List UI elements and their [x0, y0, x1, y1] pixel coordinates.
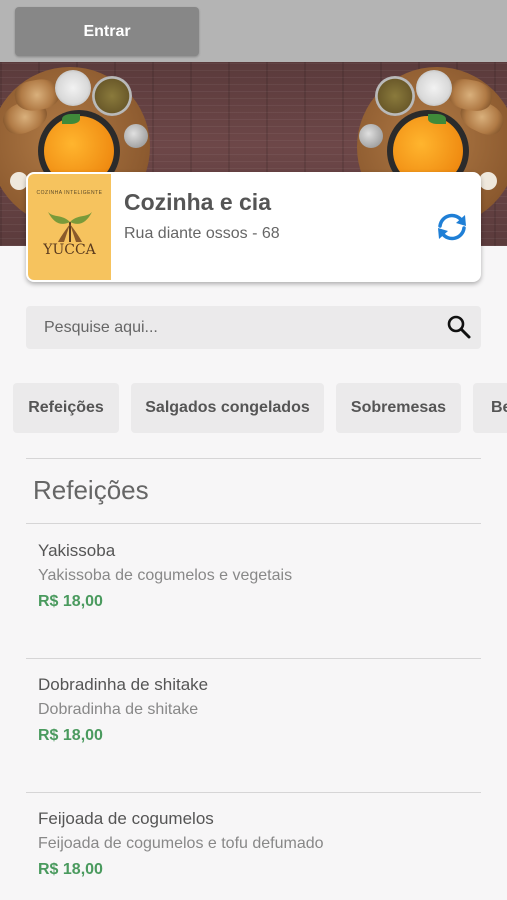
store-card: COZINHA INTELIGENTE YUCCA Cozinha e cia … [26, 172, 481, 282]
leaf-image [62, 114, 80, 124]
search-bar [26, 306, 481, 349]
item-description: Yakissoba de cogumelos e vegetais [38, 567, 293, 584]
section-title: Refeições [33, 475, 149, 505]
item-price: R$ 18,00 [38, 727, 103, 744]
top-bar: Entrar [0, 0, 507, 62]
category-tab-refeicoes[interactable]: Refeições [13, 383, 119, 433]
cassava-leaf-icon [48, 212, 92, 242]
divider [26, 458, 481, 459]
logo-brand-text: YUCCA [43, 242, 96, 258]
pepper-bowl-image [92, 76, 132, 116]
search-icon[interactable] [446, 314, 472, 340]
salt-bowl-image [416, 70, 452, 106]
category-tab-bebidas[interactable]: Be [473, 383, 507, 433]
category-tab-salgados[interactable]: Salgados congelados [131, 383, 324, 433]
item-price: R$ 18,00 [38, 593, 103, 610]
category-tabs: Refeições Salgados congelados Sobremesas… [0, 383, 507, 435]
menu-item[interactable]: Feijoada de cogumelos Feijoada de cogume… [0, 809, 507, 900]
divider [26, 523, 481, 524]
spoon-image [124, 124, 148, 148]
divider [26, 658, 481, 659]
store-address: Rua diante ossos - 68 [124, 225, 280, 242]
login-button[interactable]: Entrar [15, 7, 199, 56]
item-name: Dobradinha de shitake [38, 675, 209, 694]
item-name: Yakissoba [38, 541, 116, 560]
store-name: Cozinha e cia [124, 189, 271, 215]
salt-bowl-image [55, 70, 91, 106]
store-logo: COZINHA INTELIGENTE YUCCA [28, 174, 111, 280]
item-description: Dobradinha de shitake [38, 701, 199, 718]
refresh-icon[interactable] [435, 212, 469, 242]
item-description: Feijoada de cogumelos e tofu defumado [38, 835, 324, 852]
menu-item[interactable]: Dobradinha de shitake Dobradinha de shit… [0, 675, 507, 785]
logo-small-text: COZINHA INTELIGENTE [36, 190, 103, 196]
spoon-image [359, 124, 383, 148]
item-name: Feijoada de cogumelos [38, 809, 214, 828]
search-input[interactable] [26, 306, 436, 349]
garlic-image [479, 172, 497, 190]
pepper-bowl-image [375, 76, 415, 116]
category-tab-sobremesas[interactable]: Sobremesas [336, 383, 461, 433]
item-price: R$ 18,00 [38, 861, 103, 878]
divider [26, 792, 481, 793]
menu-item[interactable]: Yakissoba Yakissoba de cogumelos e veget… [0, 541, 507, 651]
leaf-image [428, 114, 446, 124]
